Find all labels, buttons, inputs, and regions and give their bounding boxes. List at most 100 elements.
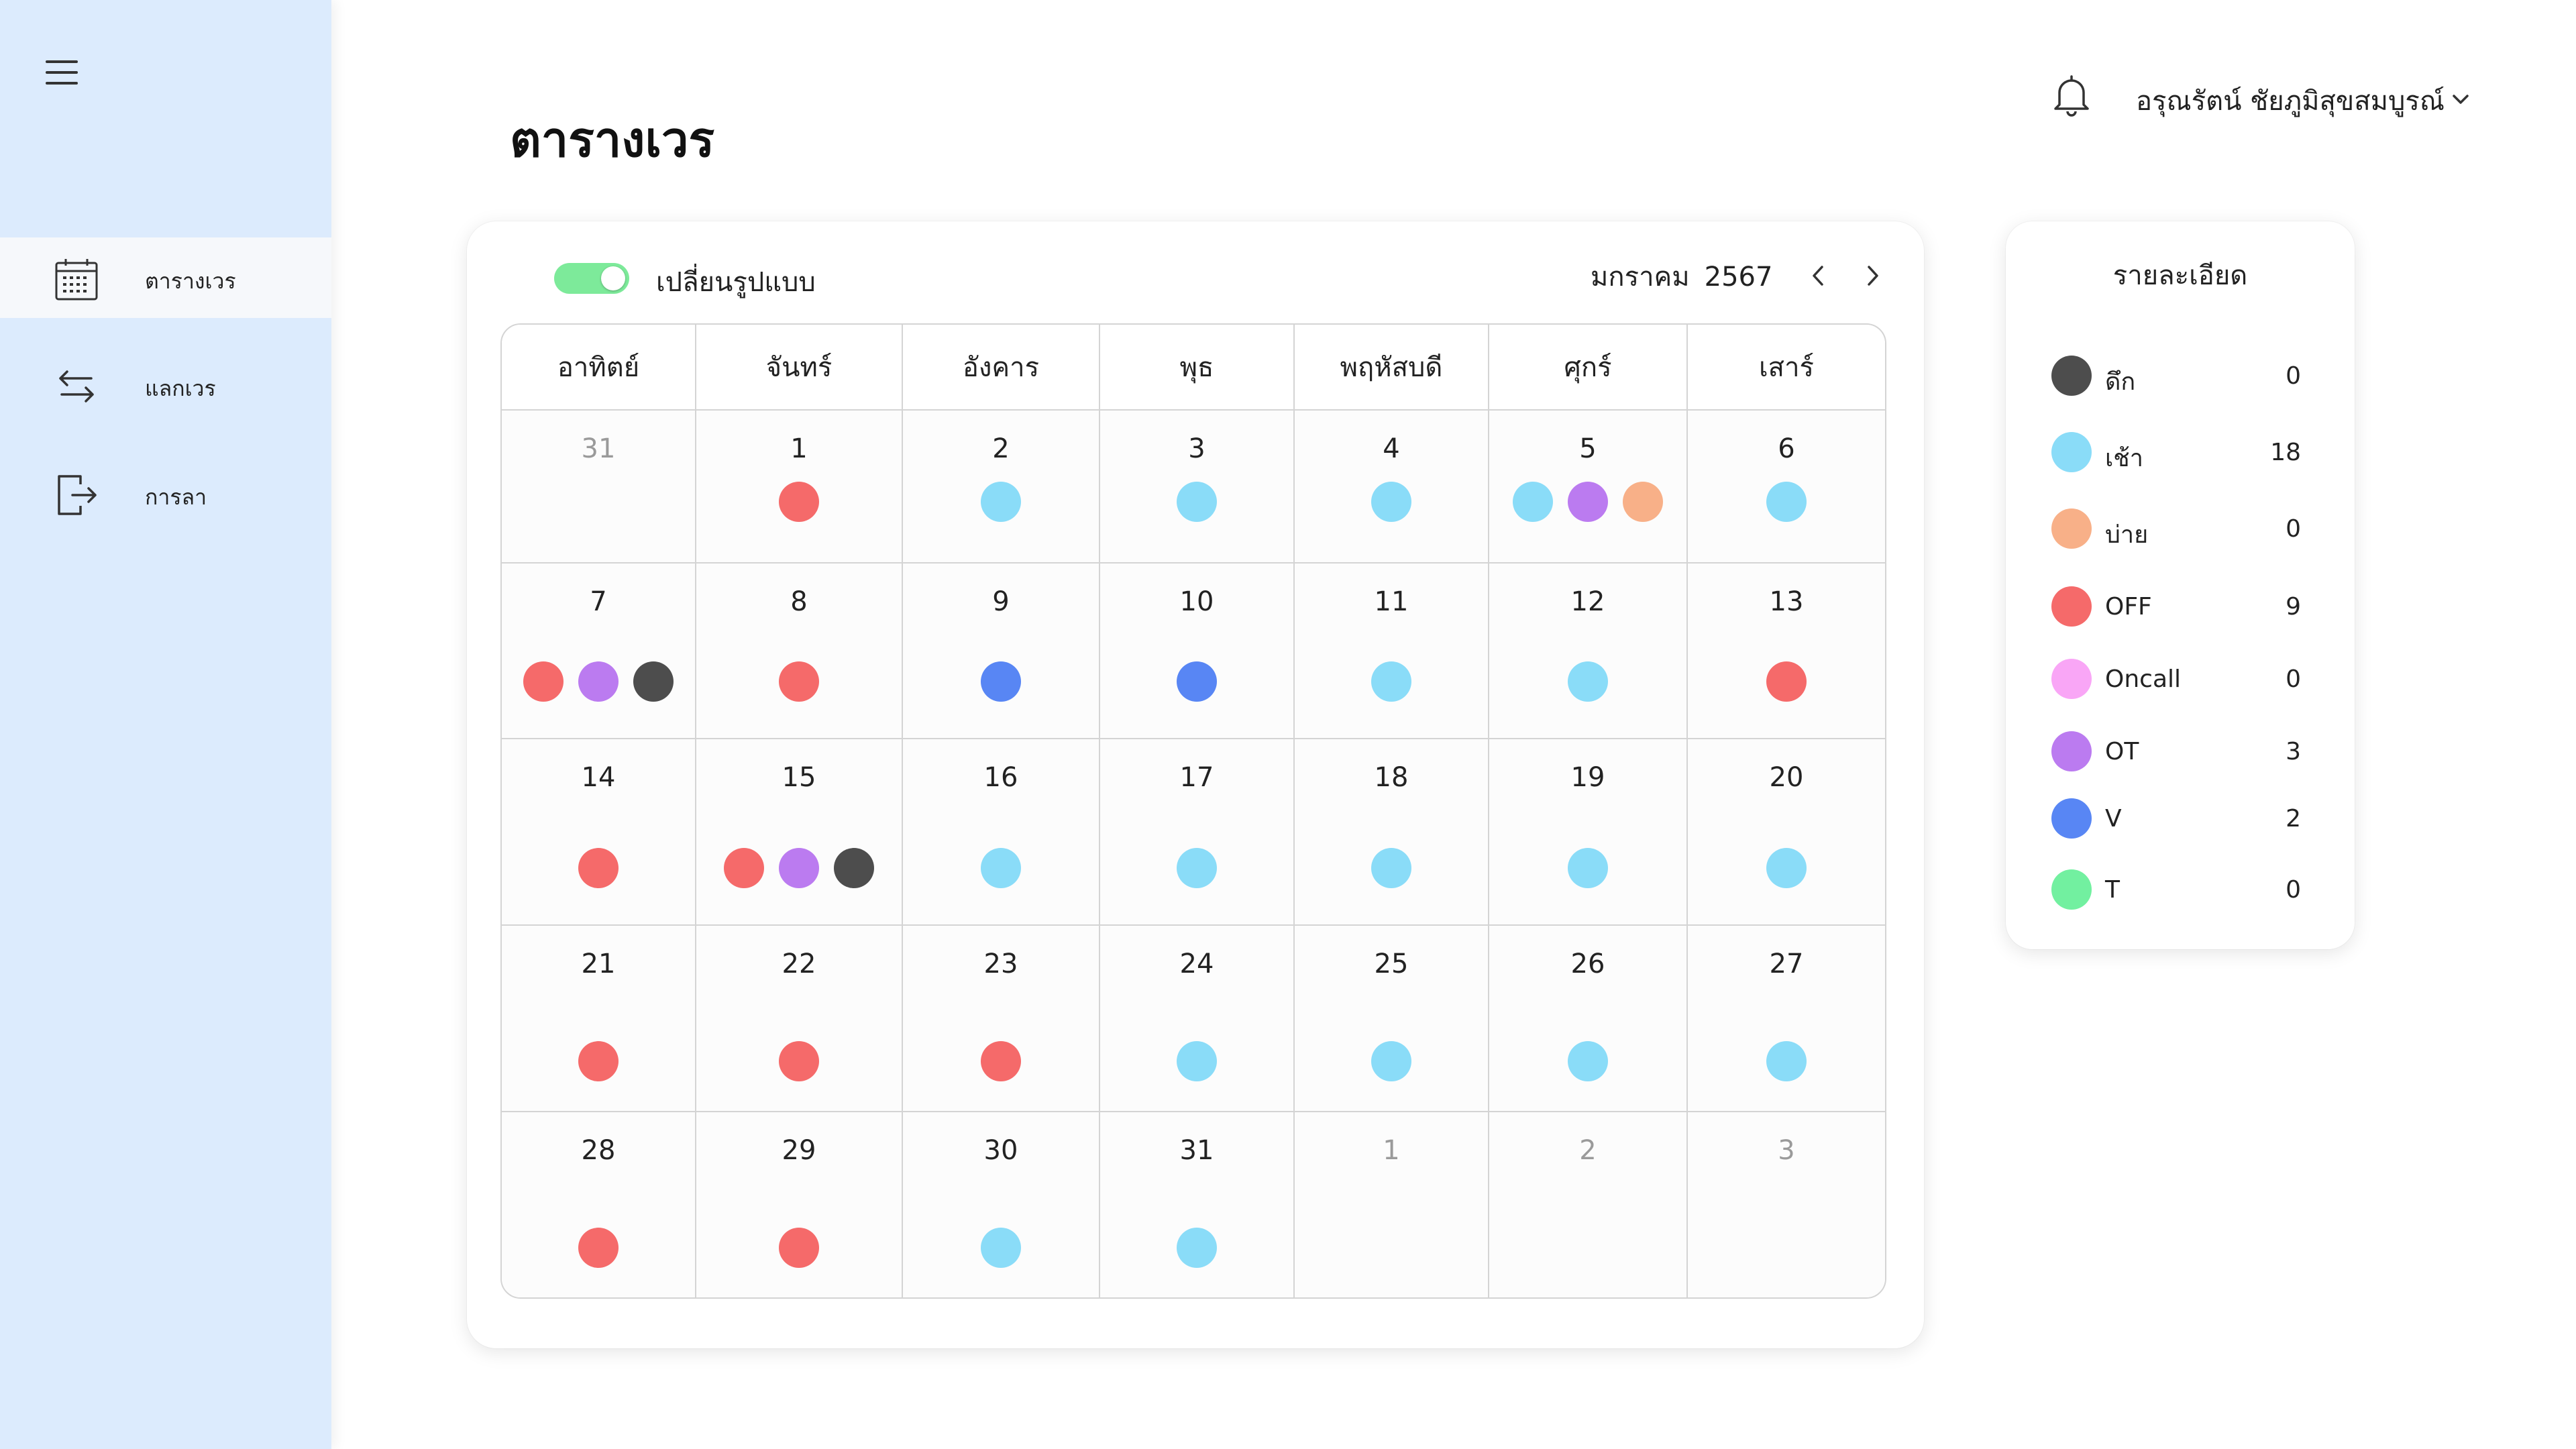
shift-dot	[1177, 1228, 1217, 1268]
calendar-day-cell[interactable]: 2	[1489, 1112, 1688, 1297]
shift-dots	[1489, 1041, 1686, 1081]
calendar-grid: อาทิตย์ จันทร์ อังคาร พุธ พฤหัสบดี ศุกร์ เสาร์…	[500, 323, 1886, 1299]
day-number: 31	[1179, 1135, 1214, 1166]
day-number: 2	[992, 433, 1010, 464]
legend-color-dot	[2051, 731, 2092, 771]
legend-count: 0	[2286, 515, 2301, 543]
day-number: 1	[1383, 1135, 1400, 1166]
calendar-day-cell[interactable]: 3	[1100, 411, 1295, 564]
day-number: 24	[1179, 949, 1214, 979]
shift-dots	[1295, 848, 1488, 888]
day-number: 3	[1188, 433, 1205, 464]
shift-dot	[1177, 1041, 1217, 1081]
legend-item: ดึก 0	[2051, 356, 2301, 396]
view-toggle[interactable]	[554, 263, 629, 294]
calendar-day-cell[interactable]: 2	[903, 411, 1100, 564]
sidebar-item-schedule[interactable]: ตารางเวร	[0, 237, 331, 318]
calendar-day-cell[interactable]: 20	[1688, 739, 1885, 926]
chevron-right-icon[interactable]	[1860, 260, 1886, 291]
calendar-day-cell[interactable]: 17	[1100, 739, 1295, 926]
day-number: 2	[1579, 1135, 1597, 1166]
calendar-day-cell[interactable]: 21	[502, 926, 696, 1112]
calendar-day-cell[interactable]: 9	[903, 564, 1100, 739]
legend-color-dot	[2051, 869, 2092, 910]
shift-dot	[633, 661, 674, 702]
legend-item: OFF 9	[2051, 586, 2301, 627]
calendar-day-cell[interactable]: 25	[1295, 926, 1489, 1112]
calendar-day-cell[interactable]: 5	[1489, 411, 1688, 564]
calendar-day-cell[interactable]: 7	[502, 564, 696, 739]
legend-item: OT 3	[2051, 731, 2301, 771]
calendar-day-cell[interactable]: 18	[1295, 739, 1489, 926]
shift-dots	[1295, 482, 1488, 522]
shift-dots	[903, 1041, 1099, 1081]
menu-icon[interactable]	[46, 60, 78, 85]
weekday-header: เสาร์	[1688, 325, 1885, 411]
shift-dot	[1177, 848, 1217, 888]
details-title: รายละเอียด	[2112, 260, 2248, 291]
weekday-header: อาทิตย์	[502, 325, 696, 411]
day-number: 7	[590, 586, 607, 617]
calendar-day-cell[interactable]: 6	[1688, 411, 1885, 564]
calendar-day-cell[interactable]: 11	[1295, 564, 1489, 739]
user-name[interactable]: อรุณรัตน์ ชัยภูมิสุขสมบูรณ์	[2136, 79, 2445, 122]
sidebar: ตารางเวร แลกเวร การลา	[0, 0, 331, 1449]
shift-dots	[903, 482, 1099, 522]
day-number: 20	[1769, 762, 1804, 793]
calendar-day-cell[interactable]: 19	[1489, 739, 1688, 926]
chevron-down-icon[interactable]	[2449, 87, 2473, 111]
page-title: ตารางเวร	[510, 111, 715, 168]
calendar-day-cell[interactable]: 3	[1688, 1112, 1885, 1297]
calendar-day-cell[interactable]: 1	[1295, 1112, 1489, 1297]
calendar-day-cell[interactable]: 13	[1688, 564, 1885, 739]
calendar-day-cell[interactable]: 8	[696, 564, 903, 739]
shift-dot	[523, 661, 564, 702]
calendar-day-cell[interactable]: 4	[1295, 411, 1489, 564]
calendar-day-cell[interactable]: 10	[1100, 564, 1295, 739]
calendar-day-cell[interactable]: 15	[696, 739, 903, 926]
legend-color-dot	[2051, 508, 2092, 549]
shift-dot	[1371, 482, 1411, 522]
calendar-day-cell[interactable]: 16	[903, 739, 1100, 926]
calendar-day-cell[interactable]: 26	[1489, 926, 1688, 1112]
calendar-day-cell[interactable]: 1	[696, 411, 903, 564]
calendar-day-cell[interactable]: 29	[696, 1112, 903, 1297]
calendar-day-cell[interactable]: 23	[903, 926, 1100, 1112]
legend-item: T0	[2051, 869, 2301, 910]
day-number: 3	[1778, 1135, 1795, 1166]
day-number: 17	[1179, 762, 1214, 793]
shift-dots	[502, 1228, 695, 1268]
sidebar-item-swap[interactable]: แลกเวร	[0, 345, 331, 425]
swap-arrows-icon	[59, 370, 94, 402]
shift-dot	[834, 848, 874, 888]
sidebar-item-label: การลา	[145, 484, 207, 510]
weekday-header: ศุกร์	[1489, 325, 1688, 411]
legend-count: 2	[2286, 805, 2301, 833]
shift-dots	[903, 1228, 1099, 1268]
day-number: 21	[581, 949, 616, 979]
calendar-day-cell[interactable]: 27	[1688, 926, 1885, 1112]
bell-icon[interactable]	[2050, 72, 2093, 119]
shift-dot	[1568, 848, 1608, 888]
sidebar-item-leave[interactable]: การลา	[0, 453, 331, 534]
calendar-day-cell[interactable]: 31	[502, 411, 696, 564]
day-number: 28	[581, 1135, 616, 1166]
legend-label: OFF	[2105, 593, 2152, 621]
legend-label: Oncall	[2105, 665, 2182, 693]
calendar-card: เปลี่ยนรูปแบบ มกราคม 2567 อาทิตย์ จันทร์ อั…	[467, 221, 1924, 1348]
calendar-day-cell[interactable]: 14	[502, 739, 696, 926]
shift-dot	[1766, 1041, 1807, 1081]
shift-dots	[502, 848, 695, 888]
chevron-left-icon[interactable]	[1805, 260, 1831, 291]
calendar-day-cell[interactable]: 24	[1100, 926, 1295, 1112]
legend-item: เช้า 18	[2051, 432, 2301, 472]
calendar-day-cell[interactable]: 28	[502, 1112, 696, 1297]
shift-dot	[981, 661, 1021, 702]
calendar-day-cell[interactable]: 31	[1100, 1112, 1295, 1297]
day-number: 16	[983, 762, 1018, 793]
day-number: 14	[581, 762, 616, 793]
calendar-day-cell[interactable]: 12	[1489, 564, 1688, 739]
calendar-day-cell[interactable]: 30	[903, 1112, 1100, 1297]
calendar-day-cell[interactable]: 22	[696, 926, 903, 1112]
day-number: 23	[983, 949, 1018, 979]
